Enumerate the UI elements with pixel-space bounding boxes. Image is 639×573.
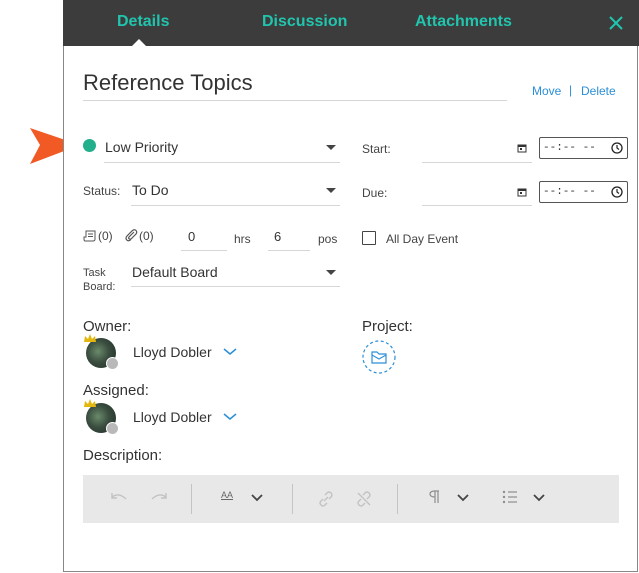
due-time-value: --:-- -- — [543, 186, 596, 198]
hours-unit-label: hrs — [234, 232, 251, 246]
all-day-label: All Day Event — [386, 232, 459, 246]
owner-chevron-down-icon[interactable] — [223, 348, 237, 356]
crown-icon — [84, 399, 96, 407]
due-label: Due: — [362, 186, 388, 200]
status-value[interactable]: To Do — [132, 182, 169, 198]
position-input[interactable]: 6 — [274, 229, 281, 244]
priority-underline — [104, 162, 340, 163]
presence-dot — [106, 422, 119, 435]
unlink-icon[interactable] — [356, 491, 372, 507]
start-clock-icon — [611, 142, 623, 154]
status-dropdown-icon[interactable] — [326, 188, 336, 193]
start-label: Start: — [362, 142, 391, 156]
toolbar-separator — [191, 484, 192, 514]
hours-underline — [181, 250, 227, 251]
editor-toolbar: AA — [83, 475, 619, 523]
status-label: Status: — [83, 184, 121, 198]
task-board-label: Task Board: — [83, 266, 115, 294]
start-time-value: --:-- -- — [543, 142, 596, 154]
owner-name[interactable]: Lloyd Dobler — [133, 344, 212, 360]
tab-details[interactable]: Details — [117, 13, 169, 31]
due-date-underline — [422, 205, 532, 206]
task-board-value[interactable]: Default Board — [132, 264, 218, 280]
actions-separator: | — [569, 83, 573, 97]
tab-discussion[interactable]: Discussion — [262, 13, 347, 31]
undo-icon[interactable] — [110, 492, 128, 504]
add-project-icon[interactable] — [362, 340, 396, 374]
paperclip-icon[interactable] — [124, 228, 138, 242]
all-day-checkbox[interactable] — [362, 231, 376, 245]
toolbar-separator — [397, 484, 398, 514]
priority-color-dot — [83, 139, 96, 152]
project-label: Project: — [362, 318, 413, 335]
assigned-avatar[interactable] — [84, 399, 119, 435]
due-calendar-icon[interactable] — [517, 187, 527, 197]
font-size-chevron-down-icon[interactable] — [251, 494, 263, 502]
position-underline — [268, 250, 310, 251]
paragraph-icon[interactable] — [428, 489, 440, 505]
notes-count: (0) — [98, 229, 113, 243]
owner-label: Owner: — [83, 318, 132, 335]
notes-icon[interactable] — [83, 230, 97, 242]
description-label: Description: — [83, 447, 163, 464]
start-calendar-icon[interactable] — [517, 143, 527, 153]
start-date-underline — [422, 162, 532, 163]
start-time-input[interactable]: --:-- -- — [539, 137, 628, 159]
task-board-label-line1: Task — [83, 267, 106, 279]
toolbar-separator — [292, 484, 293, 514]
crown-icon — [84, 334, 96, 342]
move-link[interactable]: Move — [532, 84, 561, 98]
task-board-label-line2: Board: — [83, 281, 116, 293]
status-underline — [131, 205, 340, 206]
position-unit-label: pos — [318, 232, 338, 246]
hours-input[interactable]: 0 — [188, 229, 195, 244]
title-underline — [83, 100, 507, 101]
due-time-input[interactable]: --:-- -- — [539, 181, 628, 203]
list-icon[interactable] — [502, 490, 518, 504]
priority-dropdown-icon[interactable] — [326, 145, 336, 150]
redo-icon[interactable] — [150, 492, 168, 504]
list-chevron-down-icon[interactable] — [533, 494, 545, 502]
task-title[interactable]: Reference Topics — [83, 70, 253, 96]
assigned-name[interactable]: Lloyd Dobler — [133, 409, 212, 425]
close-icon[interactable] — [606, 13, 626, 33]
link-icon[interactable] — [318, 491, 334, 507]
delete-link[interactable]: Delete — [581, 84, 616, 98]
paragraph-chevron-down-icon[interactable] — [457, 494, 469, 502]
assigned-chevron-down-icon[interactable] — [223, 413, 237, 421]
presence-dot — [106, 357, 119, 370]
active-tab-indicator — [131, 39, 147, 47]
attachments-count: (0) — [139, 229, 154, 243]
assigned-label: Assigned: — [83, 382, 149, 399]
tab-attachments[interactable]: Attachments — [415, 13, 512, 31]
due-clock-icon — [611, 186, 623, 198]
font-size-icon[interactable]: AA — [221, 490, 233, 500]
task-board-underline — [131, 286, 340, 287]
priority-value[interactable]: Low Priority — [105, 139, 178, 155]
owner-avatar[interactable] — [84, 334, 119, 370]
task-board-dropdown-icon[interactable] — [326, 270, 336, 275]
